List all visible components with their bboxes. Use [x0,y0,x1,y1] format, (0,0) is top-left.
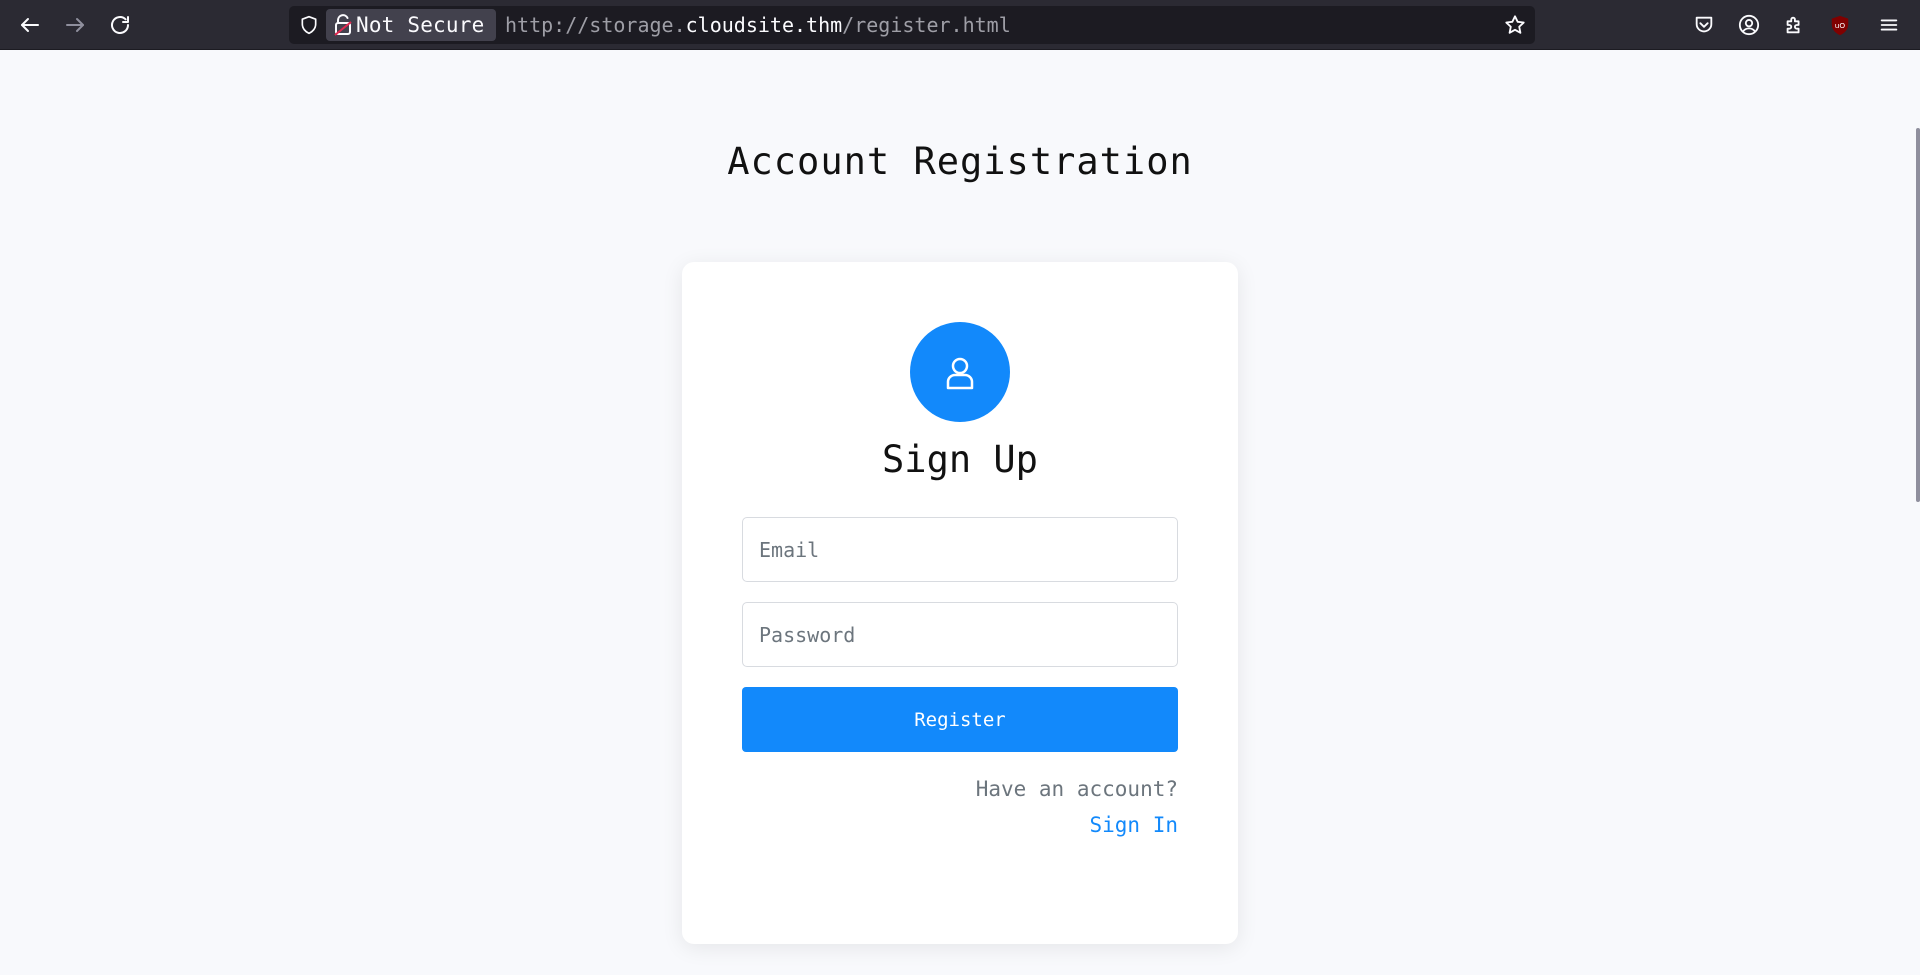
url-subdomain: storage. [589,13,686,37]
arrow-right-icon [66,18,84,32]
user-icon [946,357,974,390]
puzzle-icon [1786,16,1800,34]
bookmark-star-button[interactable] [1503,13,1527,37]
ublock-origin-icon: uO [1831,15,1849,36]
signup-card: Sign Up Register Have an account? Sign I… [682,262,1238,944]
email-field[interactable] [742,517,1178,582]
url-path: /register.html [842,13,1011,37]
star-icon [1505,15,1525,34]
app-menu-button[interactable] [1871,7,1907,43]
ublock-button[interactable]: uO [1822,7,1858,43]
page-scrollbar[interactable] [1916,128,1920,502]
account-button[interactable] [1731,7,1767,43]
browser-toolbar: Not Secure http://storage.cloudsite.thm/… [0,0,1920,50]
url-bar[interactable]: Not Secure http://storage.cloudsite.thm/… [289,6,1535,44]
sign-in-link[interactable]: Sign In [1089,813,1178,837]
page-title: Account Registration [727,140,1193,183]
have-account-text: Have an account? [975,777,1178,801]
password-field[interactable] [742,602,1178,667]
shield-icon[interactable] [297,13,321,37]
pocket-button[interactable] [1686,7,1722,43]
reload-icon [111,16,129,34]
forward-button[interactable] [57,7,93,43]
broken-lock-icon [334,14,352,36]
hamburger-menu-icon [1880,19,1898,31]
url-scheme: http:// [505,13,590,37]
avatar [910,322,1010,422]
security-indicator[interactable]: Not Secure [326,9,496,41]
svg-text:uO: uO [1835,21,1846,30]
register-button[interactable]: Register [742,687,1178,752]
arrow-left-icon [21,18,39,32]
security-label: Not Secure [356,13,485,37]
pocket-icon [1695,16,1713,33]
back-button[interactable] [12,7,48,43]
signup-heading: Sign Up [882,438,1038,481]
url-text[interactable]: http://storage.cloudsite.thm/register.ht… [505,6,1011,44]
url-host: cloudsite.thm [685,13,843,37]
reload-button[interactable] [102,7,138,43]
extensions-button[interactable] [1776,7,1812,43]
account-icon [1738,14,1760,36]
